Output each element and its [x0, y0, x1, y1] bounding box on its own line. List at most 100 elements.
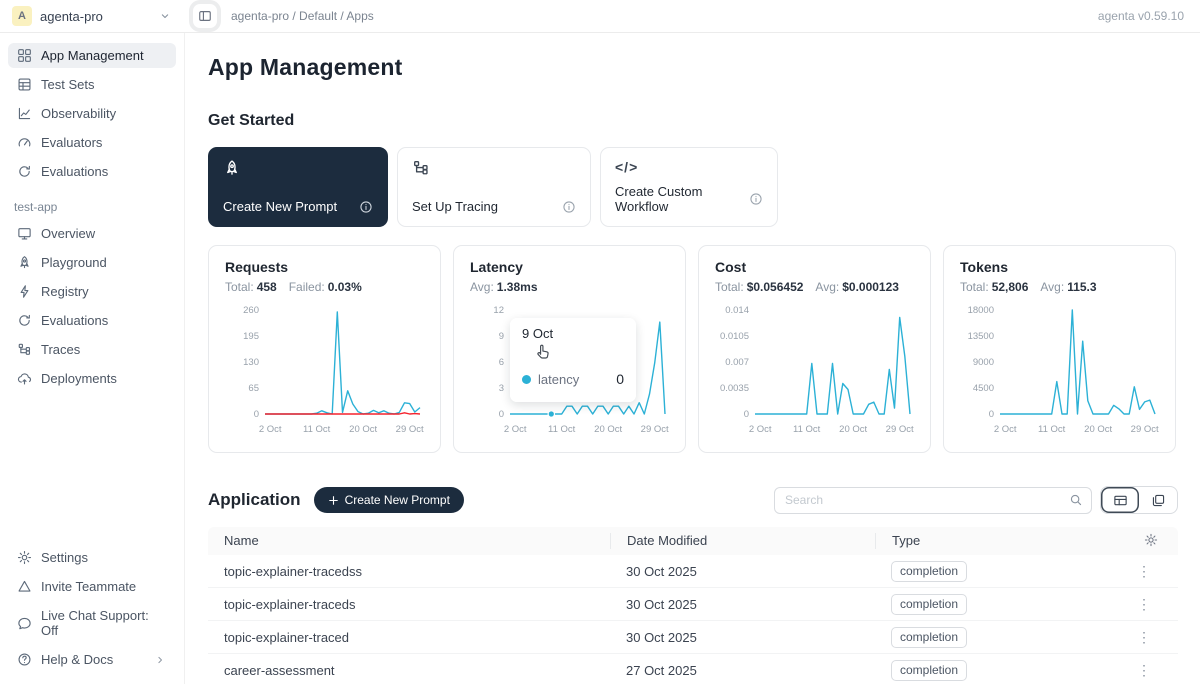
- row-more-button[interactable]: ⋮: [1090, 629, 1178, 646]
- sidebar-item-traces[interactable]: Traces: [8, 337, 176, 362]
- get-started-title: Get Started: [208, 112, 1178, 130]
- sidebar-item-settings[interactable]: Settings: [8, 545, 176, 570]
- table-row[interactable]: topic-explainer-tracedss30 Oct 2025compl…: [208, 555, 1178, 588]
- sidebar-item-evaluators[interactable]: Evaluators: [8, 130, 176, 155]
- sidebar-item-playground[interactable]: Playground: [8, 250, 176, 275]
- create-new-prompt-button[interactable]: Create New Prompt: [314, 487, 464, 513]
- cost-series-line: [755, 317, 910, 414]
- get-started-card-create-custom-workflow[interactable]: </>Create Custom Workflow: [600, 147, 778, 227]
- monitor-icon: [17, 226, 32, 241]
- stat-card-cost: CostTotal:$0.056452Avg:$0.0001230.0140.0…: [698, 245, 931, 453]
- table-view-button[interactable]: [1101, 487, 1139, 513]
- sidebar-item-invite-teammate[interactable]: Invite Teammate: [8, 574, 176, 599]
- get-started-card-label: Set Up Tracing: [412, 199, 498, 214]
- chart-tooltip: 9 Octlatency0: [510, 318, 636, 402]
- sidebar-item-label: Evaluations: [41, 313, 108, 328]
- code-icon: </>: [615, 159, 638, 175]
- refresh-icon: [17, 313, 32, 328]
- svg-text:9: 9: [499, 331, 504, 342]
- column-settings-gear-icon[interactable]: [1144, 533, 1158, 547]
- sidebar-item-app-management[interactable]: App Management: [8, 43, 176, 68]
- view-toggle: [1100, 486, 1178, 514]
- metric-label: Total:: [225, 280, 254, 294]
- get-started-card-set-up-tracing[interactable]: Set Up Tracing: [397, 147, 591, 227]
- sidebar-item-live-chat-support-off[interactable]: Live Chat Support: Off: [8, 603, 176, 643]
- sidebar-item-deployments[interactable]: Deployments: [8, 366, 176, 391]
- svg-text:2 Oct: 2 Oct: [259, 424, 282, 435]
- legend-dot: [522, 375, 531, 384]
- type-badge: completion: [891, 561, 967, 582]
- table-row[interactable]: topic-explainer-traceds30 Oct 2025comple…: [208, 588, 1178, 621]
- workspace-selector[interactable]: A agenta-pro: [0, 6, 185, 26]
- tooltip-series-value: 0: [616, 371, 624, 387]
- tokens-chart: 18000135009000450002 Oct11 Oct20 Oct29 O…: [960, 304, 1161, 440]
- hovered-point-marker: [548, 411, 554, 417]
- sidebar-item-observability[interactable]: Observability: [8, 101, 176, 126]
- tooltip-series-name: latency: [538, 372, 579, 387]
- table-row[interactable]: topic-explainer-traced30 Oct 2025complet…: [208, 621, 1178, 654]
- column-header-date-modified: Date Modified: [610, 533, 875, 549]
- sidebar-item-label: Observability: [41, 106, 116, 121]
- row-more-button[interactable]: ⋮: [1090, 596, 1178, 613]
- grid-icon: [17, 48, 32, 63]
- info-icon[interactable]: [359, 200, 373, 214]
- sidebar-item-label: Overview: [41, 226, 95, 241]
- sidebar-item-label: Evaluations: [41, 164, 108, 179]
- info-icon[interactable]: [562, 200, 576, 214]
- metric-label: Avg:: [815, 280, 839, 294]
- svg-text:20 Oct: 20 Oct: [594, 424, 622, 435]
- svg-text:195: 195: [243, 331, 259, 342]
- svg-text:11 Oct: 11 Oct: [303, 424, 331, 435]
- row-more-button[interactable]: ⋮: [1090, 563, 1178, 580]
- sidebar-item-registry[interactable]: Registry: [8, 279, 176, 304]
- row-more-button[interactable]: ⋮: [1090, 662, 1178, 679]
- stat-card-metrics: Total:$0.056452Avg:$0.000123: [715, 280, 914, 294]
- sidebar-item-label: Registry: [41, 284, 89, 299]
- svg-text:29 Oct: 29 Oct: [886, 424, 914, 435]
- svg-text:11 Oct: 11 Oct: [1038, 424, 1066, 435]
- sidebar-item-evaluations[interactable]: Evaluations: [8, 308, 176, 333]
- cost-chart: 0.0140.01050.0070.003502 Oct11 Oct20 Oct…: [715, 304, 916, 440]
- svg-text:13500: 13500: [968, 331, 994, 342]
- sidebar-item-label: Traces: [41, 342, 80, 357]
- sidebar-item-test-sets[interactable]: Test Sets: [8, 72, 176, 97]
- sidebar-item-overview[interactable]: Overview: [8, 221, 176, 246]
- table-row[interactable]: career-assessment27 Oct 2025completion⋮: [208, 654, 1178, 684]
- stat-card-latency: LatencyAvg:1.38ms1296302 Oct11 Oct20 Oct…: [453, 245, 686, 453]
- svg-text:3: 3: [499, 383, 504, 394]
- list-icon: [17, 77, 32, 92]
- invite-icon: [17, 579, 32, 594]
- svg-text:4500: 4500: [973, 383, 994, 394]
- stat-card-title: Tokens: [960, 259, 1159, 275]
- sidebar-collapse-button[interactable]: [193, 4, 217, 28]
- type-badge: completion: [891, 594, 967, 615]
- svg-text:130: 130: [243, 357, 259, 368]
- info-icon[interactable]: [749, 192, 763, 206]
- table-view-icon: [1113, 493, 1128, 508]
- sidebar-item-label: Live Chat Support: Off: [41, 608, 167, 638]
- main-content: App Management Get Started Create New Pr…: [185, 33, 1200, 684]
- metric-label: Total:: [715, 280, 744, 294]
- svg-text:29 Oct: 29 Oct: [1131, 424, 1159, 435]
- svg-text:20 Oct: 20 Oct: [1084, 424, 1112, 435]
- rocket-icon: [223, 159, 241, 177]
- search-icon[interactable]: [1069, 493, 1083, 507]
- chart-icon: [17, 106, 32, 121]
- type-badge: completion: [891, 660, 967, 681]
- sidebar-item-help-docs[interactable]: Help & Docs: [8, 647, 176, 672]
- card-view-button[interactable]: [1139, 487, 1177, 513]
- sidebar-item-label: Deployments: [41, 371, 117, 386]
- bolt-icon: [17, 284, 32, 299]
- metric-value: $0.056452: [747, 280, 804, 294]
- stat-card-metrics: Total:52,806Avg:115.3: [960, 280, 1159, 294]
- svg-text:0: 0: [744, 409, 749, 420]
- stat-card-title: Latency: [470, 259, 669, 275]
- sidebar-item-evaluations[interactable]: Evaluations: [8, 159, 176, 184]
- search-input[interactable]: [774, 487, 1092, 514]
- tree-icon: [17, 342, 32, 357]
- sidebar-item-label: Evaluators: [41, 135, 102, 150]
- workspace-avatar: A: [12, 6, 32, 26]
- get-started-card-create-new-prompt[interactable]: Create New Prompt: [208, 147, 388, 227]
- breadcrumb[interactable]: agenta-pro / Default / Apps: [231, 9, 374, 23]
- sidebar-item-label: App Management: [41, 48, 144, 63]
